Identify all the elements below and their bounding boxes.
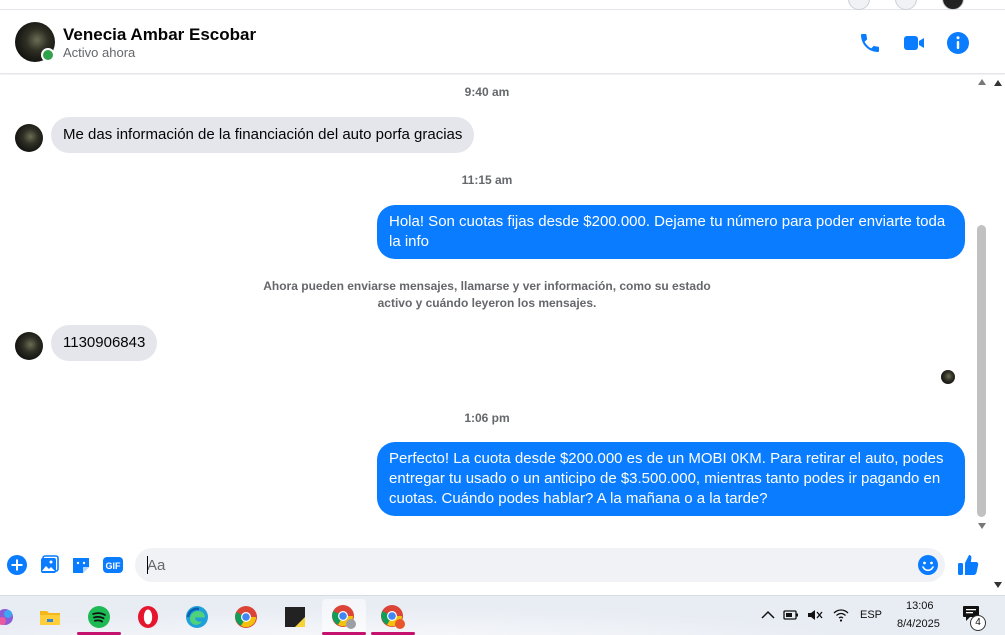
- speaker-muted-icon[interactable]: [806, 606, 824, 624]
- copilot-icon: [0, 609, 13, 625]
- battery-icon[interactable]: [782, 606, 800, 624]
- edge-taskbar-button[interactable]: [175, 599, 219, 635]
- chrome-profile-taskbar-button[interactable]: [322, 599, 366, 635]
- chrome-profile-2-taskbar-button[interactable]: [371, 599, 415, 635]
- contact-name[interactable]: Venecia Ambar Escobar: [63, 25, 256, 45]
- opera-icon: [138, 606, 158, 628]
- system-notice: Ahora pueden enviarse mensajes, llamarse…: [263, 279, 711, 310]
- opera-taskbar-button[interactable]: [126, 599, 170, 635]
- video-icon[interactable]: [902, 31, 926, 55]
- scroll-up-arrow[interactable]: [978, 79, 986, 85]
- folder-icon: [40, 611, 60, 625]
- scroll-down-arrow[interactable]: [978, 523, 986, 529]
- window-scroll-down-arrow[interactable]: [994, 582, 1002, 588]
- info-icon[interactable]: [946, 31, 970, 55]
- window-scrollbar[interactable]: [990, 75, 1005, 595]
- top-profile-button[interactable]: [942, 0, 964, 10]
- timestamp: 11:15 am: [461, 173, 513, 187]
- top-action-button[interactable]: [848, 0, 870, 10]
- composer-bar: GIF: [0, 540, 990, 592]
- chrome-profile-icon: [332, 605, 356, 629]
- message-input-container[interactable]: [135, 548, 945, 582]
- clock-date[interactable]: 8/4/2025: [897, 618, 940, 630]
- incoming-message[interactable]: Me das información de la financiación de…: [51, 117, 475, 153]
- copilot-taskbar-button[interactable]: [0, 599, 26, 635]
- top-action-button[interactable]: [895, 0, 917, 10]
- chrome-taskbar-button[interactable]: [224, 599, 268, 635]
- sticky-notes-taskbar-button[interactable]: [273, 599, 317, 635]
- contact-status: Activo ahora: [63, 45, 136, 60]
- outgoing-message[interactable]: Perfecto! La cuota desde $200.000 es de …: [377, 442, 965, 516]
- message-input[interactable]: [147, 548, 907, 582]
- edge-icon: [186, 606, 208, 628]
- contact-avatar-small[interactable]: [15, 124, 43, 152]
- chrome-icon: [235, 606, 257, 628]
- message-thread[interactable]: 9:40 am Me das información de la financi…: [0, 75, 975, 540]
- chat-scrollbar[interactable]: [975, 75, 990, 535]
- top-strip: [0, 0, 1005, 10]
- sticker-icon[interactable]: [70, 554, 92, 576]
- online-indicator: [41, 48, 55, 62]
- scroll-thumb[interactable]: [977, 225, 986, 517]
- chat-header: Venecia Ambar Escobar Activo ahora: [0, 11, 1005, 74]
- emoji-icon[interactable]: [917, 554, 939, 576]
- seen-receipt-avatar: [941, 370, 955, 384]
- spotify-taskbar-button[interactable]: [77, 599, 121, 635]
- timestamp: 9:40 am: [464, 85, 510, 99]
- language-indicator[interactable]: ESP: [860, 609, 882, 621]
- gif-icon[interactable]: GIF: [102, 554, 124, 576]
- messenger-window: Venecia Ambar Escobar Activo ahora 9:40 …: [0, 0, 1005, 595]
- chevron-up-icon[interactable]: [759, 606, 777, 624]
- windows-taskbar: ESP 13:06 8/4/2025 4: [0, 595, 1005, 635]
- contact-avatar-small[interactable]: [15, 332, 43, 360]
- like-icon[interactable]: [955, 552, 981, 578]
- phone-icon[interactable]: [858, 31, 882, 55]
- timestamp: 1:06 pm: [464, 411, 510, 425]
- window-scroll-up-arrow[interactable]: [994, 80, 1002, 86]
- gif-label: GIF: [106, 561, 122, 571]
- photo-icon[interactable]: [38, 554, 60, 576]
- text-caret: [147, 556, 148, 574]
- incoming-message[interactable]: 1130906843: [51, 325, 158, 361]
- notification-count-badge: 4: [970, 615, 986, 631]
- plus-icon[interactable]: [6, 554, 28, 576]
- chrome-profile-2-icon: [381, 605, 405, 629]
- file-explorer-taskbar-button[interactable]: [28, 599, 72, 635]
- wifi-icon[interactable]: [832, 606, 850, 624]
- clock-time[interactable]: 13:06: [906, 600, 934, 612]
- outgoing-message[interactable]: Hola! Son cuotas fijas desde $200.000. D…: [377, 205, 965, 259]
- sticky-notes-icon: [285, 607, 305, 627]
- spotify-icon: [88, 606, 110, 628]
